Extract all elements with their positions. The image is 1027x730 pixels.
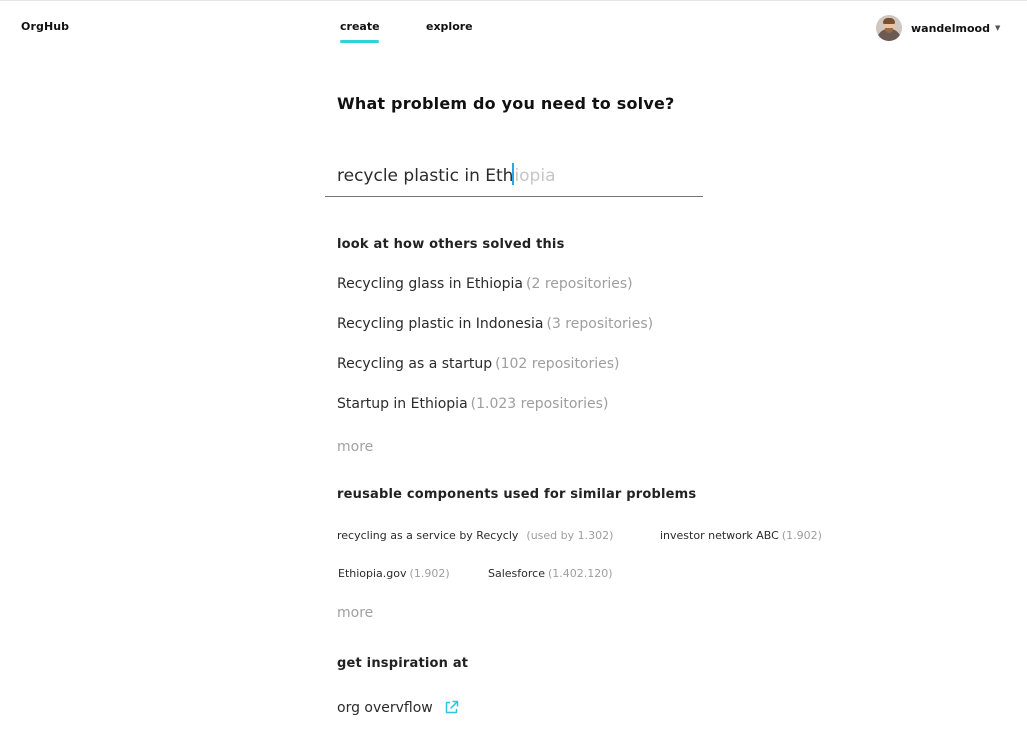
component-item[interactable]: Salesforce (1.402.120) (488, 567, 613, 580)
chevron-down-icon[interactable]: ▼ (995, 24, 1000, 32)
tab-create[interactable]: create (340, 20, 380, 33)
component-count: (1.902) (781, 529, 822, 542)
component-label[interactable]: Salesforce (488, 567, 545, 580)
solution-count: (102 repositories) (495, 356, 620, 372)
solution-label[interactable]: Recycling plastic in Indonesia (337, 316, 543, 332)
component-item[interactable]: investor network ABC (1.902) (660, 529, 822, 542)
solution-label[interactable]: Startup in Ethiopia (337, 396, 468, 412)
brand-logo[interactable]: OrgHub (21, 20, 69, 33)
inspiration-link-label[interactable]: org overvflow (337, 700, 433, 716)
more-components-link[interactable]: more (337, 605, 373, 621)
solutions-section-title: look at how others solved this (337, 237, 565, 252)
problem-search-input[interactable]: recycle plastic in Ethiopia (325, 158, 703, 197)
solution-item[interactable]: Recycling glass in Ethiopia (2 repositori… (337, 276, 633, 292)
external-link-icon[interactable] (443, 699, 460, 716)
username[interactable]: wandelmood (911, 22, 990, 35)
solution-count: (2 repositories) (526, 276, 633, 292)
solution-label[interactable]: Recycling glass in Ethiopia (337, 276, 523, 292)
solution-count: (3 repositories) (546, 316, 654, 332)
search-typed-text[interactable]: recycle plastic in Eth (337, 166, 513, 186)
top-border (0, 0, 1027, 1)
components-section-title: reusable components used for similar pro… (337, 487, 697, 502)
component-count: (used by 1.302) (526, 529, 614, 542)
component-item[interactable]: Ethiopia.gov (1.902) (338, 567, 450, 580)
user-menu[interactable]: wandelmood ▼ (876, 15, 1000, 41)
more-solutions-link[interactable]: more (337, 439, 373, 455)
component-item[interactable]: recycling as a service by Recycly (used b… (337, 529, 613, 542)
solution-item[interactable]: Startup in Ethiopia (1.023 repositories) (337, 396, 608, 412)
tab-explore[interactable]: explore (426, 20, 473, 33)
component-label[interactable]: Ethiopia.gov (338, 567, 407, 580)
component-count: (1.402.120) (547, 567, 613, 580)
inspiration-section-title: get inspiration at (337, 656, 469, 671)
search-autocomplete-suggestion[interactable]: iopia (514, 166, 555, 186)
component-label[interactable]: investor network ABC (660, 529, 779, 542)
solution-item[interactable]: Recycling as a startup (102 repositories) (337, 356, 620, 372)
solution-item[interactable]: Recycling plastic in Indonesia (3 reposit… (337, 316, 653, 332)
solution-label[interactable]: Recycling as a startup (337, 356, 492, 372)
component-label[interactable]: recycling as a service by Recycly (337, 529, 518, 542)
solution-count: (1.023 repositories) (470, 396, 609, 412)
page-title: What problem do you need to solve? (337, 94, 675, 113)
component-count: (1.902) (409, 567, 450, 580)
avatar[interactable] (876, 15, 902, 41)
active-tab-indicator (340, 40, 379, 43)
inspiration-link[interactable]: org overvflow (337, 699, 460, 716)
